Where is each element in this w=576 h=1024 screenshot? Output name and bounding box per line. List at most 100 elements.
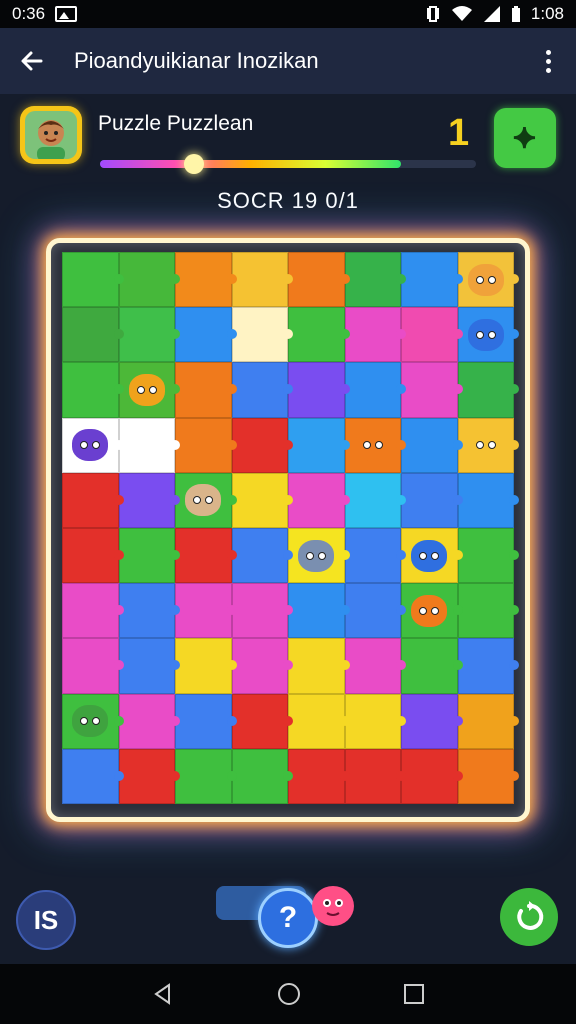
puzzle-tile[interactable] bbox=[175, 528, 236, 584]
puzzle-tile[interactable] bbox=[344, 528, 406, 584]
player-header: Puzzle Puzzlean 1 ⯌ bbox=[0, 94, 576, 194]
puzzle-tile[interactable] bbox=[288, 362, 349, 418]
puzzle-tile[interactable] bbox=[457, 583, 519, 639]
puzzle-critter-icon bbox=[72, 429, 109, 462]
puzzle-tile[interactable] bbox=[118, 528, 180, 584]
puzzle-tile[interactable] bbox=[288, 472, 349, 528]
puzzle-tile[interactable] bbox=[62, 472, 123, 528]
puzzle-tile[interactable] bbox=[62, 748, 123, 804]
puzzle-critter-icon bbox=[185, 484, 222, 517]
puzzle-tile[interactable] bbox=[175, 307, 236, 363]
signal-icon bbox=[483, 6, 500, 22]
puzzle-tile[interactable] bbox=[175, 362, 236, 418]
puzzle-tile[interactable] bbox=[62, 528, 123, 584]
bottom-controls: IS ? bbox=[0, 860, 576, 960]
puzzle-tile[interactable] bbox=[344, 583, 406, 639]
puzzle-tile[interactable] bbox=[344, 362, 406, 418]
puzzle-tile[interactable] bbox=[62, 252, 123, 308]
image-icon bbox=[55, 6, 78, 22]
puzzle-tile[interactable] bbox=[231, 528, 293, 584]
level-progress-knob[interactable] bbox=[184, 154, 204, 174]
battery-icon bbox=[511, 6, 520, 22]
puzzle-critter-icon bbox=[467, 318, 504, 351]
puzzle-tile[interactable] bbox=[62, 638, 123, 694]
puzzle-tile[interactable] bbox=[457, 693, 519, 749]
puzzle-tile[interactable] bbox=[231, 252, 293, 308]
puzzle-tile[interactable] bbox=[344, 748, 406, 804]
level-progress-fill bbox=[100, 160, 401, 168]
puzzle-tile[interactable] bbox=[175, 583, 236, 639]
puzzle-tile[interactable] bbox=[344, 472, 406, 528]
puzzle-tile[interactable] bbox=[62, 362, 123, 418]
status-time-left: 0:36 bbox=[12, 4, 46, 23]
puzzle-tile[interactable] bbox=[401, 693, 462, 749]
puzzle-tile[interactable] bbox=[231, 417, 293, 473]
puzzle-tile[interactable] bbox=[344, 638, 406, 694]
puzzle-critter-icon bbox=[411, 539, 448, 572]
puzzle-tile[interactable] bbox=[231, 748, 293, 804]
puzzle-tile[interactable] bbox=[457, 528, 519, 584]
puzzle-tile[interactable] bbox=[401, 362, 462, 418]
puzzle-tile[interactable] bbox=[288, 252, 349, 308]
puzzle-tile[interactable] bbox=[288, 307, 349, 363]
nav-home-icon[interactable] bbox=[276, 981, 302, 1007]
nav-back-icon[interactable] bbox=[151, 982, 175, 1006]
status-time-right: 1:08 bbox=[530, 4, 564, 23]
puzzle-tile[interactable] bbox=[344, 693, 406, 749]
puzzle-tile[interactable] bbox=[175, 638, 236, 694]
puzzle-tile[interactable] bbox=[288, 693, 349, 749]
puzzle-tile[interactable] bbox=[288, 748, 349, 804]
puzzle-tile[interactable] bbox=[401, 472, 462, 528]
puzzle-tile[interactable] bbox=[231, 472, 293, 528]
puzzle-tile[interactable] bbox=[288, 638, 349, 694]
puzzle-tile[interactable] bbox=[175, 693, 236, 749]
grid-menu-icon[interactable]: ⯌ bbox=[494, 108, 556, 168]
puzzle-critter-icon bbox=[467, 429, 504, 462]
puzzle-tile[interactable] bbox=[118, 638, 180, 694]
back-arrow-icon bbox=[21, 51, 43, 71]
puzzle-tile[interactable] bbox=[231, 362, 293, 418]
puzzle-tile[interactable] bbox=[118, 472, 180, 528]
puzzle-tile[interactable] bbox=[401, 252, 462, 308]
puzzle-tile[interactable] bbox=[118, 748, 180, 804]
more-vert-icon[interactable] bbox=[536, 45, 560, 77]
puzzle-tile[interactable] bbox=[118, 417, 180, 473]
puzzle-tile[interactable] bbox=[118, 252, 180, 308]
puzzle-tile[interactable] bbox=[457, 638, 519, 694]
puzzle-tile[interactable] bbox=[457, 472, 519, 528]
puzzle-tile[interactable] bbox=[231, 693, 293, 749]
puzzle-critter-icon bbox=[298, 539, 335, 572]
puzzle-tile[interactable] bbox=[118, 583, 180, 639]
vibrate-icon bbox=[426, 6, 439, 22]
score-text: SOCR 19 0/1 bbox=[217, 188, 359, 213]
puzzle-tile[interactable] bbox=[231, 307, 293, 363]
hint-button[interactable]: ? bbox=[258, 888, 318, 948]
puzzle-tile[interactable] bbox=[175, 417, 236, 473]
puzzle-tile[interactable] bbox=[175, 748, 236, 804]
puzzle-tile[interactable] bbox=[344, 307, 406, 363]
puzzle-tile[interactable] bbox=[288, 417, 349, 473]
puzzle-tile[interactable] bbox=[457, 748, 519, 804]
puzzle-tile[interactable] bbox=[288, 583, 349, 639]
puzzle-tile[interactable] bbox=[175, 252, 236, 308]
puzzle-tile[interactable] bbox=[118, 693, 180, 749]
puzzle-tile[interactable] bbox=[401, 307, 462, 363]
back-button[interactable] bbox=[16, 45, 48, 77]
puzzle-tile[interactable] bbox=[231, 638, 293, 694]
puzzle-tile[interactable] bbox=[62, 307, 123, 363]
puzzle-tile[interactable] bbox=[118, 307, 180, 363]
wifi-icon bbox=[451, 6, 472, 21]
avatar[interactable] bbox=[20, 106, 82, 164]
puzzle-tile[interactable] bbox=[344, 252, 406, 308]
puzzle-tile[interactable] bbox=[401, 748, 462, 804]
restart-button[interactable] bbox=[500, 888, 558, 946]
puzzle-tile[interactable] bbox=[401, 638, 462, 694]
nav-recents-icon[interactable] bbox=[403, 983, 425, 1005]
puzzle-tile[interactable] bbox=[231, 583, 293, 639]
restart-icon bbox=[517, 901, 544, 930]
puzzle-board[interactable] bbox=[62, 252, 519, 804]
puzzle-tile[interactable] bbox=[457, 362, 519, 418]
puzzle-tile[interactable] bbox=[62, 583, 123, 639]
is-button[interactable]: IS bbox=[16, 890, 76, 950]
puzzle-tile[interactable] bbox=[401, 417, 462, 473]
